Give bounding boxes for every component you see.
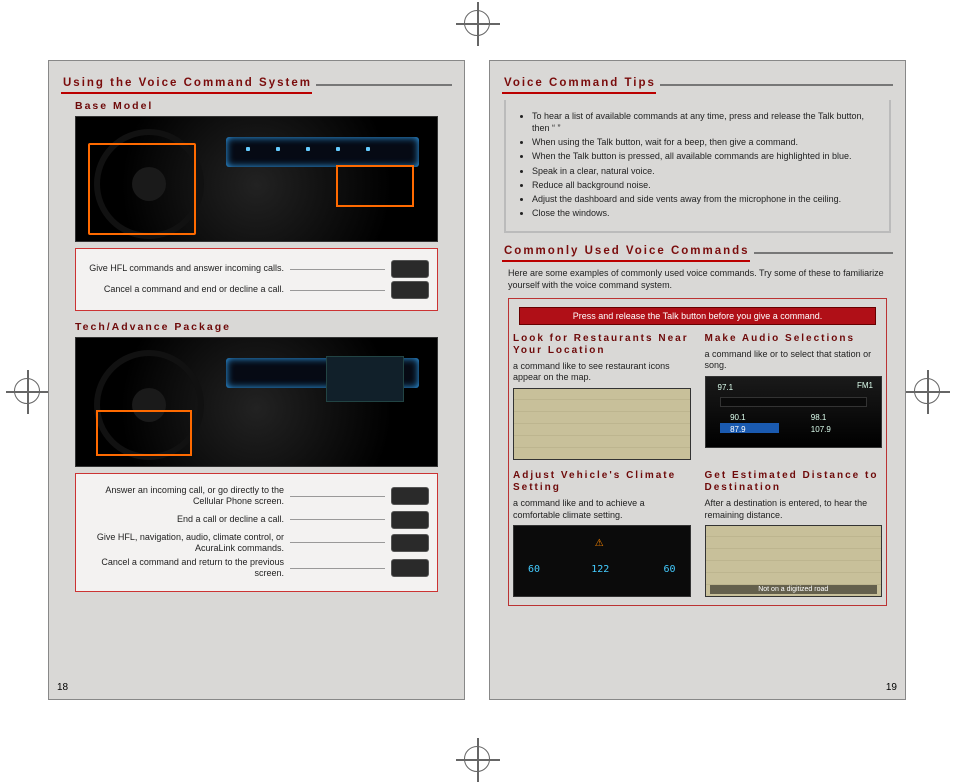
- callout-text: Cancel a command and return to the previ…: [84, 557, 284, 580]
- cmd-climate: Adjust Vehicle's Climate Setting a comma…: [513, 470, 691, 597]
- section-header: Using the Voice Command System: [61, 75, 452, 94]
- heading-tips: Voice Command Tips: [502, 75, 656, 94]
- button-thumb: [391, 487, 429, 505]
- page-number: 18: [57, 682, 68, 693]
- right-page: Voice Command Tips To hear a list of ava…: [489, 60, 906, 700]
- reg-right: [914, 378, 940, 404]
- cmd-restaurants: Look for Restaurants Near Your Location …: [513, 333, 691, 460]
- commands-intro: Here are some examples of commonly used …: [508, 268, 887, 291]
- cmd-image-map: [513, 388, 691, 460]
- highlight-wheel-controls: [88, 143, 196, 235]
- highlight-center-controls: [336, 165, 414, 207]
- cmd-image-map: Not on a digitized road: [705, 525, 883, 597]
- reg-bottom: [464, 746, 490, 772]
- callout-text: Give HFL, navigation, audio, climate con…: [84, 532, 284, 555]
- cmd-text: a command like to see restaurant icons a…: [513, 361, 691, 384]
- sub-heading-tech: Tech/Advance Package: [75, 321, 452, 333]
- cmd-text: a command like and to achieve a comforta…: [513, 498, 691, 521]
- page-number: 19: [886, 682, 897, 693]
- highlight-wheel-controls: [96, 410, 192, 456]
- cmd-audio: Make Audio Selections a command like or …: [705, 333, 883, 460]
- tip-item: Reduce all background noise.: [532, 179, 877, 191]
- cmd-distance: Get Estimated Distance to Destination Af…: [705, 470, 883, 597]
- heading-using-voice: Using the Voice Command System: [61, 75, 312, 94]
- callout-text: Cancel a command and end or decline a ca…: [84, 284, 284, 295]
- tip-item: To hear a list of available commands at …: [532, 110, 877, 134]
- rule: [754, 252, 893, 254]
- cmd-title: Look for Restaurants Near Your Location: [513, 333, 691, 357]
- rule: [660, 84, 893, 86]
- red-instruction-strip: Press and release the Talk button before…: [519, 307, 876, 325]
- tip-item: Close the windows.: [532, 207, 877, 219]
- button-thumb: [391, 260, 429, 278]
- tip-item: When the Talk button is pressed, all ava…: [532, 150, 877, 162]
- cmd-image-climate: 60 122 60 ⚠: [513, 525, 691, 597]
- callout-text: Give HFL commands and answer incoming ca…: [84, 263, 284, 274]
- callout-base: Give HFL commands and answer incoming ca…: [75, 248, 438, 311]
- tips-list: To hear a list of available commands at …: [504, 100, 891, 233]
- callout-text: Answer an incoming call, or go directly …: [84, 485, 284, 508]
- callout-text: End a call or decline a call.: [84, 514, 284, 525]
- button-thumb: [391, 281, 429, 299]
- photo-tech-package: [75, 337, 438, 467]
- cmd-image-radio: FM1 97.1 90.1 98.1 87.9 107.9: [705, 376, 883, 448]
- reg-left: [14, 378, 40, 404]
- section-header: Voice Command Tips: [502, 75, 893, 94]
- button-thumb: [391, 534, 429, 552]
- sub-heading-base: Base Model: [75, 100, 452, 112]
- callout-tech: Answer an incoming call, or go directly …: [75, 473, 438, 592]
- heading-commands: Commonly Used Voice Commands: [502, 243, 750, 262]
- tip-item: When using the Talk button, wait for a b…: [532, 136, 877, 148]
- button-thumb: [391, 511, 429, 529]
- button-thumb: [391, 559, 429, 577]
- cmd-title: Make Audio Selections: [705, 333, 883, 345]
- cmd-text: After a destination is entered, to hear …: [705, 498, 883, 521]
- cmd-title: Adjust Vehicle's Climate Setting: [513, 470, 691, 494]
- section-header: Commonly Used Voice Commands: [502, 243, 893, 262]
- commands-frame: Press and release the Talk button before…: [508, 298, 887, 607]
- page-spread: Using the Voice Command System Base Mode…: [0, 0, 954, 740]
- cmd-title: Get Estimated Distance to Destination: [705, 470, 883, 494]
- photo-base-model: [75, 116, 438, 242]
- reg-top: [464, 10, 490, 36]
- rule: [316, 84, 452, 86]
- cmd-text: a command like or to select that station…: [705, 349, 883, 372]
- tip-item: Adjust the dashboard and side vents away…: [532, 193, 877, 205]
- tip-item: Speak in a clear, natural voice.: [532, 165, 877, 177]
- left-page: Using the Voice Command System Base Mode…: [48, 60, 465, 700]
